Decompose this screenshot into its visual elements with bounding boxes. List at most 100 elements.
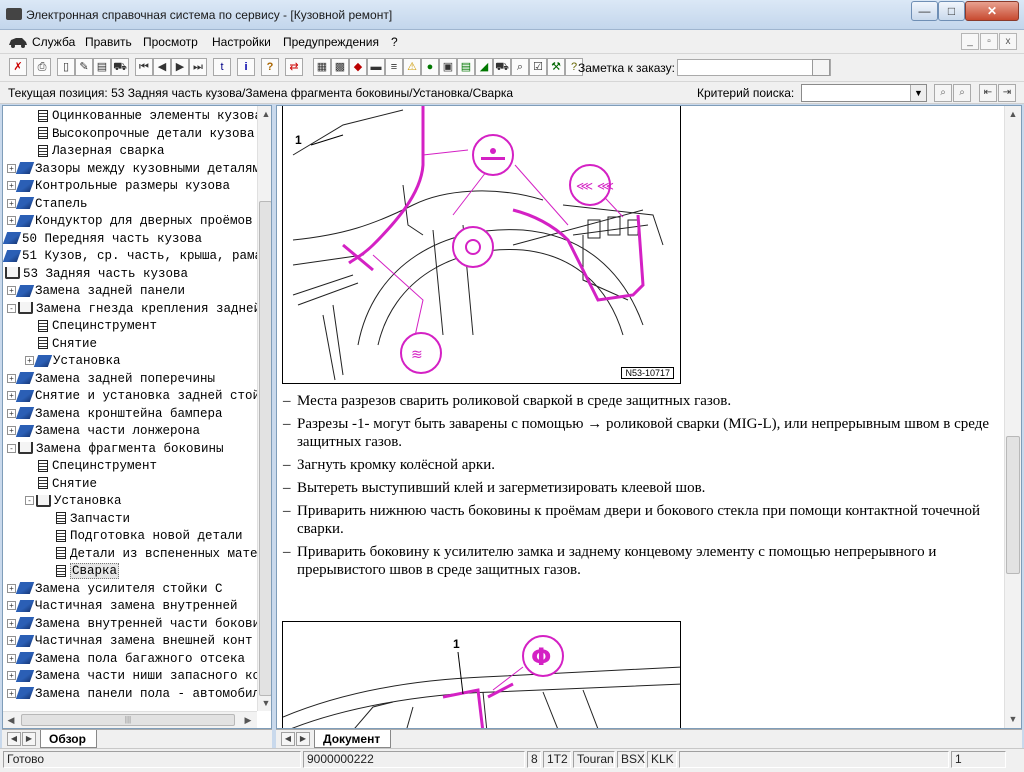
tree-item[interactable]: + Стапель bbox=[7, 196, 88, 214]
doc-scroll-down-icon[interactable]: ▼ bbox=[1005, 711, 1021, 727]
help-icon[interactable]: ? bbox=[261, 58, 279, 76]
expand-icon[interactable]: + bbox=[7, 583, 16, 593]
collapse-icon[interactable]: - bbox=[7, 303, 16, 313]
calculator-icon[interactable]: ▦ bbox=[313, 58, 331, 76]
tree-horizontal-scrollbar[interactable]: ◀ ||| ▶ bbox=[3, 711, 257, 728]
tree-item[interactable]: Высокопрочные детали кузова bbox=[25, 126, 255, 144]
search-criteria-select[interactable]: ▼ bbox=[801, 84, 927, 102]
mdi-restore-button[interactable]: ▫ bbox=[980, 33, 998, 50]
first-page-icon[interactable]: ⏮ bbox=[135, 58, 153, 76]
tree-item[interactable]: Детали из вспененных материалов bbox=[43, 546, 271, 564]
doc-tab-next-icon[interactable]: ▶ bbox=[296, 732, 310, 746]
expand-icon[interactable]: + bbox=[7, 286, 16, 296]
checklist-icon[interactable]: ☑ bbox=[529, 58, 547, 76]
scroll-left-icon[interactable]: ◀ bbox=[3, 712, 19, 728]
expand-icon[interactable]: + bbox=[7, 601, 16, 611]
tree-vertical-scrollbar[interactable]: ▲ ▼ bbox=[257, 106, 271, 711]
scroll-down-icon[interactable]: ▼ bbox=[258, 695, 271, 711]
expand-icon[interactable]: + bbox=[25, 356, 34, 366]
collapse-icon[interactable]: - bbox=[7, 443, 16, 453]
menu-warnings[interactable]: Предупреждения bbox=[283, 35, 379, 49]
close-button[interactable]: ✕ bbox=[965, 1, 1019, 21]
tag-icon[interactable]: ◢ bbox=[475, 58, 493, 76]
expand-icon[interactable]: + bbox=[7, 198, 16, 208]
tree-item[interactable]: + Замена усилителя стойки С bbox=[7, 581, 223, 599]
chevron-down-icon[interactable]: ▼ bbox=[910, 85, 926, 101]
menu-view[interactable]: Просмотр bbox=[143, 35, 198, 49]
tree-item[interactable]: + Контрольные размеры кузова bbox=[7, 178, 230, 196]
mdi-minimize-button[interactable]: _ bbox=[961, 33, 979, 50]
expand-icon[interactable]: + bbox=[7, 391, 16, 401]
grid-icon[interactable]: ▩ bbox=[331, 58, 349, 76]
tree-item[interactable]: + Установка bbox=[25, 353, 121, 371]
warning-icon[interactable]: ⚠ bbox=[403, 58, 421, 76]
tree-item[interactable]: Запчасти bbox=[43, 511, 130, 529]
tools-icon[interactable]: ⚒ bbox=[547, 58, 565, 76]
search-car-icon[interactable]: ⌕ bbox=[511, 58, 529, 76]
tree-item[interactable]: + Замена части лонжерона bbox=[7, 423, 200, 441]
maximize-button[interactable]: □ bbox=[938, 1, 965, 21]
tree-item[interactable]: Специнструмент bbox=[25, 318, 157, 336]
tree-item[interactable]: + Замена пола багажного отсека bbox=[7, 651, 245, 669]
scroll-thumb[interactable] bbox=[259, 201, 271, 696]
document-vertical-scrollbar[interactable]: ▲ ▼ bbox=[1004, 106, 1021, 728]
tree-item[interactable]: + Зазоры между кузовными деталями bbox=[7, 161, 268, 179]
tab-next-icon[interactable]: ▶ bbox=[22, 732, 36, 746]
swap-icon[interactable]: ⇄ bbox=[285, 58, 303, 76]
last-page-icon[interactable]: ⏭ bbox=[189, 58, 207, 76]
edit-icon[interactable]: ✎ bbox=[75, 58, 93, 76]
order-note-button[interactable] bbox=[812, 59, 830, 76]
tree-item[interactable]: 50 Передняя часть кузова bbox=[3, 231, 202, 249]
expand-icon[interactable]: + bbox=[7, 636, 16, 646]
doc-scroll-thumb[interactable] bbox=[1006, 436, 1020, 574]
doc-scroll-up-icon[interactable]: ▲ bbox=[1005, 106, 1021, 122]
tree-item[interactable]: + Снятие и установка задней стойки bbox=[7, 388, 271, 406]
info-icon[interactable]: i bbox=[237, 58, 255, 76]
tree-item[interactable]: + Частичная замена внутренней bbox=[7, 598, 238, 616]
tree-item[interactable]: Лазерная сварка bbox=[25, 143, 165, 161]
tree-item[interactable]: Сварка bbox=[43, 563, 120, 581]
order-note-field[interactable] bbox=[677, 59, 831, 76]
preview-icon[interactable]: ▤ bbox=[93, 58, 111, 76]
tree-item[interactable]: 53 Задняя часть кузова bbox=[5, 266, 188, 284]
previous-icon[interactable]: ◀ bbox=[153, 58, 171, 76]
expand-icon[interactable]: + bbox=[7, 618, 16, 628]
tree-item[interactable]: Специнструмент bbox=[25, 458, 157, 476]
scroll-right-icon[interactable]: ▶ bbox=[240, 712, 256, 728]
expand-icon[interactable]: + bbox=[7, 688, 16, 698]
tree-item[interactable]: + Замена кронштейна бампера bbox=[7, 406, 223, 424]
tree-item[interactable]: - Замена фрагмента боковины bbox=[7, 441, 224, 459]
tree-item[interactable]: Снятие bbox=[25, 476, 97, 494]
search-next-icon[interactable]: ⌕ bbox=[953, 84, 971, 102]
tree-item[interactable]: + Замена задней поперечины bbox=[7, 371, 215, 389]
expand-icon[interactable]: + bbox=[7, 426, 16, 436]
up-level-icon[interactable]: t bbox=[213, 58, 231, 76]
expand-icon[interactable]: + bbox=[7, 181, 16, 191]
tab-overview[interactable]: Обзор bbox=[40, 730, 97, 748]
next-icon[interactable]: ▶ bbox=[171, 58, 189, 76]
list-icon[interactable]: ≡ bbox=[385, 58, 403, 76]
book-icon[interactable]: ▬ bbox=[367, 58, 385, 76]
menu-help[interactable]: ? bbox=[391, 35, 398, 49]
exit-icon[interactable]: ✗ bbox=[9, 58, 27, 76]
sync-left-icon[interactable]: ⇤ bbox=[979, 84, 997, 102]
expand-icon[interactable]: + bbox=[7, 653, 16, 663]
expand-icon[interactable]: + bbox=[7, 163, 16, 173]
tree-item[interactable]: Подготовка новой детали bbox=[43, 528, 243, 546]
new-document-icon[interactable]: ▯ bbox=[57, 58, 75, 76]
menu-settings[interactable]: Настройки bbox=[212, 35, 271, 49]
tree-item[interactable]: + Частичная замена внешней конт bbox=[7, 633, 253, 651]
scroll-up-icon[interactable]: ▲ bbox=[258, 106, 271, 122]
tree-item[interactable]: 51 Кузов, ср. часть, крыша, рама bbox=[3, 248, 262, 266]
globe-icon[interactable]: ● bbox=[421, 58, 439, 76]
document-green-icon[interactable]: ▤ bbox=[457, 58, 475, 76]
doc-tab-prev-icon[interactable]: ◀ bbox=[281, 732, 295, 746]
tree-item[interactable]: + Кондуктор для дверных проёмов bbox=[7, 213, 253, 231]
menu-service[interactable]: Служба bbox=[32, 35, 75, 49]
tree-item[interactable]: - Замена гнезда крепления задней bbox=[7, 301, 261, 319]
car-small-icon[interactable]: ⛟ bbox=[493, 58, 511, 76]
collapse-icon[interactable]: - bbox=[25, 496, 34, 506]
stop-icon[interactable]: ◆ bbox=[349, 58, 367, 76]
tree-item[interactable]: Снятие bbox=[25, 336, 97, 354]
print-icon[interactable]: ⎙ bbox=[33, 58, 51, 76]
